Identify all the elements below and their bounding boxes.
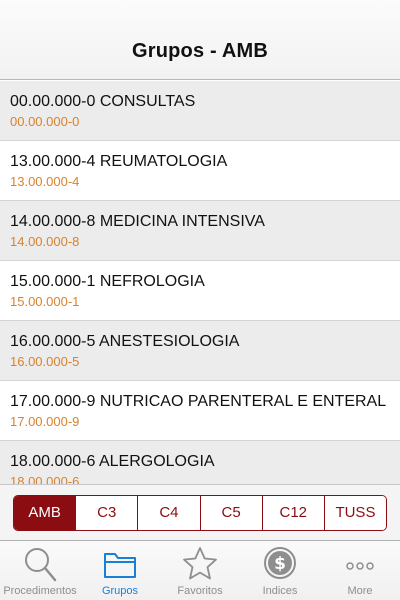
segment-amb[interactable]: AMB xyxy=(14,495,76,530)
group-code: 16.00.000-5 xyxy=(10,354,80,369)
tab-label: Grupos xyxy=(101,585,139,597)
tab-grupos[interactable]: Grupos xyxy=(80,541,160,600)
tab-label: Indices xyxy=(262,585,298,597)
dollar-coin-icon: $ xyxy=(264,547,296,579)
list-item[interactable]: 15.00.000-1 NEFROLOGIA 15.00.000-1 xyxy=(0,261,400,321)
list-item[interactable]: 14.00.000-8 MEDICINA INTENSIVA 14.00.000… xyxy=(0,201,400,261)
group-title: 18.00.000-6 ALERGOLOGIA xyxy=(10,453,215,470)
star-icon xyxy=(183,547,217,580)
group-code: 13.00.000-4 xyxy=(10,174,80,189)
group-code: 15.00.000-1 xyxy=(10,294,80,309)
segment-tuss[interactable]: TUSS xyxy=(323,495,386,530)
svg-text:$: $ xyxy=(274,554,286,574)
list-item[interactable]: 18.00.000-6 ALERGOLOGIA 18.00.000-6 xyxy=(0,441,400,484)
group-title: 16.00.000-5 ANESTESIOLOGIA xyxy=(10,333,240,350)
tab-indices[interactable]: $ Indices xyxy=(240,541,320,600)
list-item[interactable]: 00.00.000-0 CONSULTAS 00.00.000-0 xyxy=(0,81,400,141)
groups-list[interactable]: 00.00.000-0 CONSULTAS 00.00.000-0 13.00.… xyxy=(0,81,400,484)
more-dots-icon xyxy=(346,562,374,570)
tab-label: More xyxy=(347,585,373,597)
list-item[interactable]: 16.00.000-5 ANESTESIOLOGIA 16.00.000-5 xyxy=(0,321,400,381)
group-code: 14.00.000-8 xyxy=(10,234,80,249)
group-title: 17.00.000-9 NUTRICAO PARENTERAL E ENTERA… xyxy=(10,393,387,410)
group-title: 15.00.000-1 NEFROLOGIA xyxy=(10,273,205,290)
tab-more[interactable]: More xyxy=(320,541,400,600)
tab-bar: Procedimentos Grupos Favoritos $ Indices… xyxy=(0,540,400,600)
group-code: 17.00.000-9 xyxy=(10,414,80,429)
list-item[interactable]: 17.00.000-9 NUTRICAO PARENTERAL E ENTERA… xyxy=(0,381,400,441)
segment-c5[interactable]: C5 xyxy=(199,495,262,530)
group-code: 00.00.000-0 xyxy=(10,114,80,129)
navigation-bar: Grupos - AMB xyxy=(0,0,400,80)
group-title: 13.00.000-4 REUMATOLOGIA xyxy=(10,153,228,170)
table-selector-bar: AMB C3 C4 C5 C12 TUSS xyxy=(0,484,400,540)
tab-label: Procedimentos xyxy=(3,585,77,597)
tab-favoritos[interactable]: Favoritos xyxy=(160,541,240,600)
segment-c3[interactable]: C3 xyxy=(75,495,138,530)
page-title: Grupos - AMB xyxy=(131,40,269,62)
list-item[interactable]: 13.00.000-4 REUMATOLOGIA 13.00.000-4 xyxy=(0,141,400,201)
table-segmented-control: AMB C3 C4 C5 C12 TUSS xyxy=(13,494,387,531)
group-title: 00.00.000-0 CONSULTAS xyxy=(10,93,196,110)
magnifier-icon xyxy=(25,548,57,582)
tab-procedimentos[interactable]: Procedimentos xyxy=(0,541,80,600)
tab-label: Favoritos xyxy=(177,585,223,597)
segment-c12[interactable]: C12 xyxy=(261,495,324,530)
group-title: 14.00.000-8 MEDICINA INTENSIVA xyxy=(10,213,265,230)
folder-icon xyxy=(104,553,136,578)
segment-c4[interactable]: C4 xyxy=(137,495,200,530)
group-code: 18.00.000-6 xyxy=(10,474,80,484)
